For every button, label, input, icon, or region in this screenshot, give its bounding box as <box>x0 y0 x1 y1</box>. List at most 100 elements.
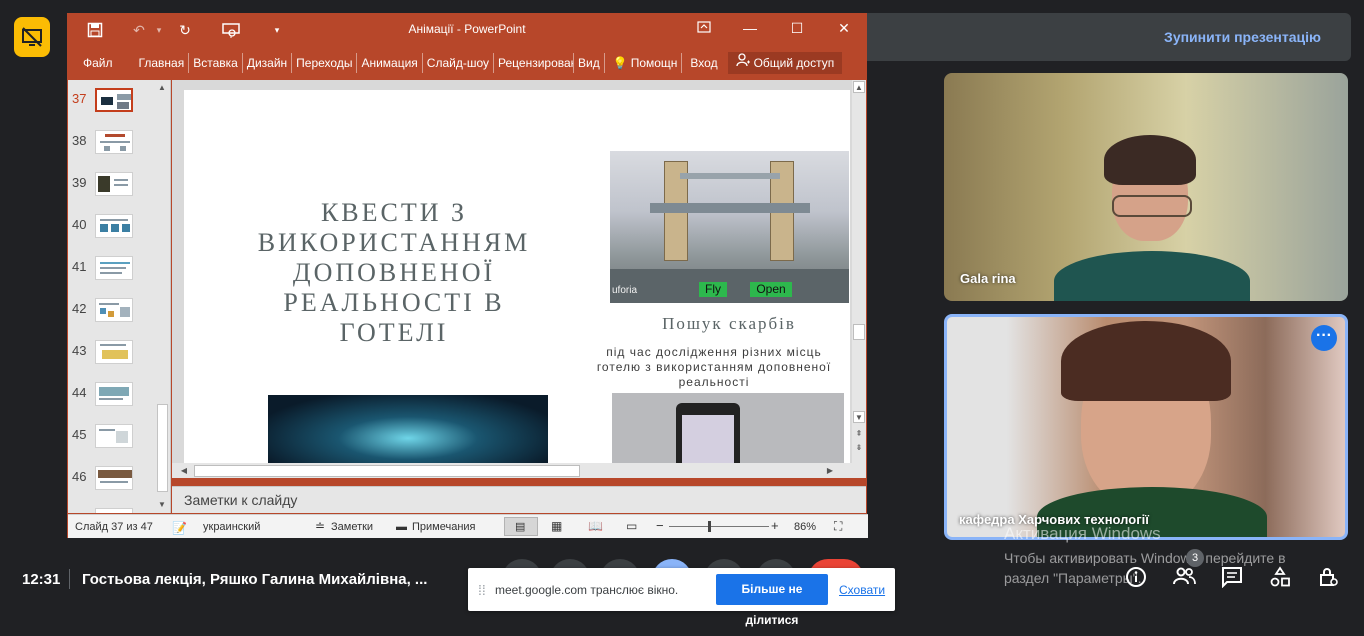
maximize-button[interactable]: ☐ <box>787 20 807 37</box>
slide-title[interactable]: Квести з використанням доповненої реальн… <box>239 198 549 348</box>
presenting-icon[interactable] <box>14 17 50 57</box>
thumbnail-number: 43 <box>72 343 87 358</box>
scroll-down-icon[interactable]: ▼ <box>853 411 865 423</box>
participant-hair <box>1104 135 1196 185</box>
fit-to-window-icon[interactable]: ⛶ <box>834 519 842 534</box>
host-controls-icon[interactable] <box>1314 566 1342 594</box>
thumbnail-number: 47 <box>72 511 92 513</box>
ar-open-button: Open <box>750 282 792 297</box>
stop-sharing-button[interactable]: Більше не ділитися <box>716 574 828 627</box>
editor-hscroll-thumb[interactable] <box>194 465 580 477</box>
bridge-walkway <box>680 173 780 179</box>
slide-sorter-icon[interactable]: ▦ <box>551 519 562 533</box>
thumbnail-number: 37 <box>72 91 87 106</box>
screen-share-notice: ⁞⁞ meet.google.com транслює вікно. Більш… <box>468 568 895 627</box>
participants-count-badge: 3 <box>1186 549 1204 567</box>
scroll-left-icon[interactable]: ◀ <box>178 465 190 477</box>
language-indicator[interactable]: украинский <box>203 521 260 533</box>
scroll-up-icon[interactable]: ▲ <box>156 82 168 94</box>
minimize-button[interactable]: — <box>740 20 760 36</box>
people-icon[interactable] <box>1170 566 1198 594</box>
chat-icon[interactable] <box>1218 566 1246 594</box>
thumbnail-number: 44 <box>72 385 87 400</box>
vr-game-image[interactable] <box>268 395 548 464</box>
comments-button[interactable]: Примечания <box>412 521 476 533</box>
slide-subtitle[interactable]: Пошук скарбів <box>604 314 850 334</box>
more-options-icon[interactable]: ··· <box>1311 325 1337 351</box>
thumbnails-scroll-thumb[interactable] <box>157 404 168 492</box>
editor-vertical-scrollbar[interactable]: ▲ ▼ ⇞ ⇟ <box>852 80 866 478</box>
share-notice-text: meet.google.com транслює вікно. <box>495 583 679 597</box>
editor-scroll-thumb[interactable] <box>853 324 865 340</box>
thumbnail-number: 45 <box>72 427 87 442</box>
editor-horizontal-scrollbar[interactable]: ◀ ▶ <box>172 463 852 478</box>
tab-insert[interactable]: Вставка <box>189 53 243 73</box>
zoom-slider-thumb[interactable] <box>708 521 711 532</box>
status-bar: Слайд 37 из 47 📝 украинский ≐ Заметки ▬ … <box>68 514 868 538</box>
tab-design[interactable]: Дизайн <box>243 53 293 73</box>
zoom-out-button[interactable]: − <box>656 518 664 533</box>
thumbnail-number: 41 <box>72 259 87 274</box>
zoom-level[interactable]: 86% <box>794 521 816 533</box>
tab-transitions[interactable]: Переходы <box>292 53 358 73</box>
slide-counter: Слайд 37 из 47 <box>75 521 153 533</box>
comments-icon: ▬ <box>396 521 407 533</box>
meeting-details-icon[interactable] <box>1122 566 1150 594</box>
tab-review[interactable]: Рецензирование <box>494 53 575 73</box>
hide-notice-link[interactable]: Сховати <box>839 583 885 597</box>
slideshow-view-icon[interactable]: ▭ <box>626 519 637 533</box>
thumbnail-number: 40 <box>72 217 87 232</box>
participant-name: Gala rina <box>960 271 1016 286</box>
tab-help[interactable]: 💡 Помощн <box>605 53 683 73</box>
lightbulb-icon: 💡 <box>612 56 628 70</box>
powerpoint-window: ↶ ▾ ↻ ▾ Анімації - PowerPoint — ☐ ✕ Файл… <box>67 13 868 538</box>
participant-hair <box>1061 321 1231 401</box>
ar-bridge-image[interactable]: Fly Open uforia <box>610 151 849 303</box>
notes-button[interactable]: Заметки <box>331 521 373 533</box>
thumbnails-scrollbar[interactable]: ▲ ▼ <box>154 80 170 513</box>
reading-view-icon[interactable]: 📖 <box>588 519 603 533</box>
slide-editor: Квести з використанням доповненої реальн… <box>172 80 866 478</box>
notes-pane[interactable]: Заметки к слайду <box>172 486 866 513</box>
participant-tile-active[interactable]: ··· кафедра Харчових технології <box>944 314 1348 540</box>
participant-tile[interactable]: Gala rina <box>944 73 1348 301</box>
thumbnail-number: 42 <box>72 301 87 316</box>
tab-animations[interactable]: Анимация <box>357 53 423 73</box>
windows-activation-title: Активация Windows <box>1004 524 1161 543</box>
glasses <box>1112 195 1192 217</box>
scroll-up-icon[interactable]: ▲ <box>853 81 865 93</box>
stop-presenting-button[interactable]: Зупинити презентацію <box>1164 29 1321 45</box>
zoom-in-button[interactable]: + <box>771 518 779 533</box>
presentation-bar: Зупинити презентацію <box>864 13 1351 61</box>
tab-slideshow[interactable]: Слайд-шоу <box>423 53 495 73</box>
ribbon-display-icon[interactable] <box>694 20 714 36</box>
slide-thumbnails-pane: 37 38 39 40 41 42 43 44 45 46 ▲ ▼ <box>68 80 171 513</box>
slide-canvas[interactable]: Квести з використанням доповненої реальн… <box>184 90 850 464</box>
slide-description[interactable]: під час дослідження різних місць готелю … <box>589 345 839 390</box>
windows-activation-line: Чтобы активировать Windows, перейдите в <box>1004 550 1286 566</box>
person-add-icon <box>735 52 750 74</box>
tab-help-label: Помощн <box>630 56 678 70</box>
scroll-down-icon[interactable]: ▼ <box>156 499 168 511</box>
scroll-right-icon[interactable]: ▶ <box>824 465 836 477</box>
share-button[interactable]: Общий доступ <box>727 52 843 74</box>
tab-home[interactable]: Главная <box>135 53 190 73</box>
drag-handle-icon[interactable]: ⁞⁞ <box>478 582 486 598</box>
windows-activation-line: раздел "Параметры". <box>1004 570 1142 586</box>
close-button[interactable]: ✕ <box>834 20 854 37</box>
tab-view[interactable]: Вид <box>574 53 605 73</box>
image-caption: uforia <box>612 285 638 296</box>
notes-icon: ≐ <box>315 519 326 533</box>
tab-file[interactable]: Файл <box>68 53 135 73</box>
thumbnail-number: 46 <box>72 469 87 484</box>
previous-slide-icon[interactable]: ⇞ <box>853 428 865 440</box>
phone-screen <box>682 415 734 464</box>
thumbnail-number: 39 <box>72 175 87 190</box>
zoom-slider[interactable] <box>669 526 769 527</box>
next-slide-icon[interactable]: ⇟ <box>853 442 865 454</box>
phone-ar-image[interactable] <box>612 393 844 464</box>
sign-in-button[interactable]: Вход <box>682 53 721 73</box>
activities-icon[interactable] <box>1266 566 1294 594</box>
spellcheck-icon[interactable]: 📝 <box>172 521 187 535</box>
thumbnail-number: 38 <box>72 133 87 148</box>
